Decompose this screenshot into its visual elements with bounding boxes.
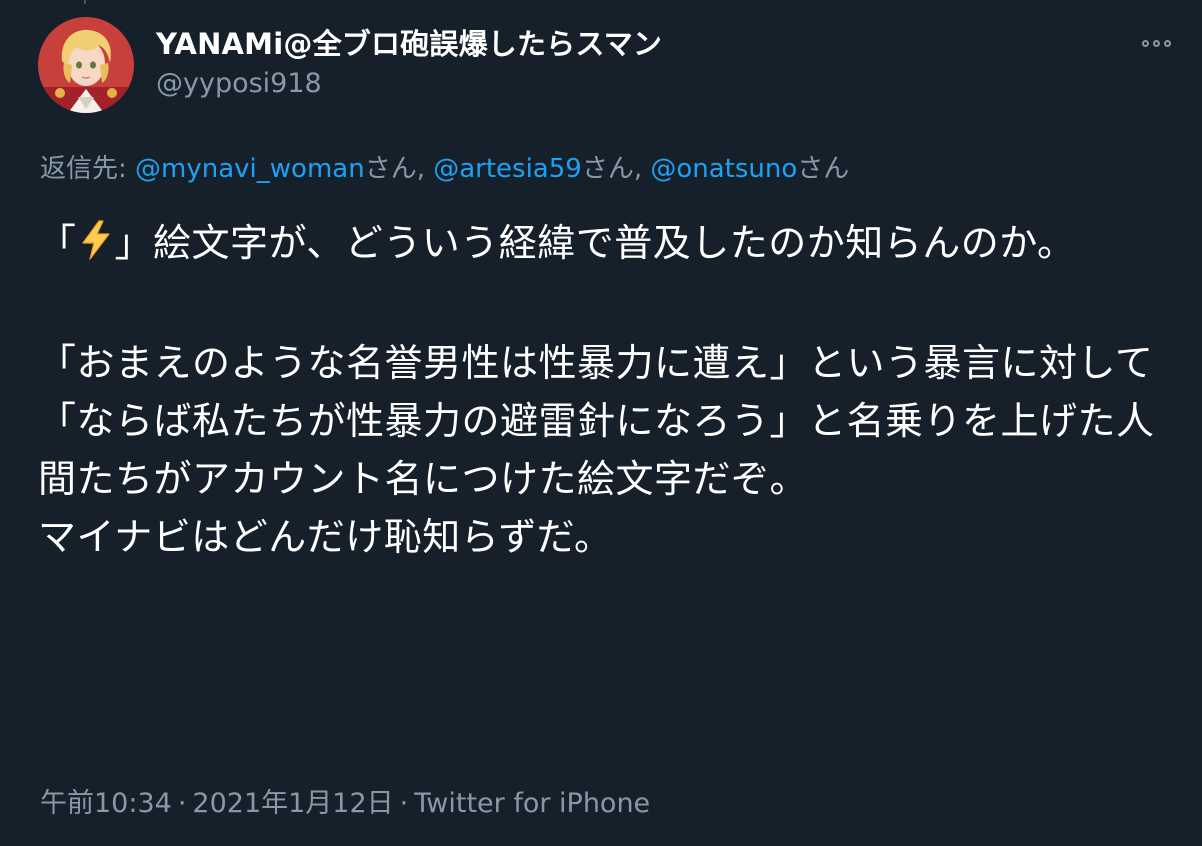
- author-handle[interactable]: @yyposi918: [156, 66, 322, 102]
- mention-suffix: さん: [797, 154, 850, 184]
- thread-connector-line: [84, 0, 86, 4]
- more-options-button[interactable]: [1132, 28, 1180, 58]
- mention-link[interactable]: @onatsuno: [650, 154, 797, 184]
- tweet-body-text: 」絵文字が、どういう経緯で普及したのか知らんのか。 「おまえのような名誉男性は性…: [38, 221, 1155, 559]
- mention-suffix: さん,: [581, 154, 643, 184]
- lightning-bolt-icon: [79, 218, 113, 276]
- tweet-date[interactable]: 2021年1月12日: [192, 788, 393, 819]
- author-display-name[interactable]: YANAMi@全ブロ砲誤爆したらスマン: [156, 24, 662, 64]
- mention-link[interactable]: @mynavi_woman: [135, 154, 365, 184]
- more-options-icon-dot: [1152, 39, 1160, 47]
- meta-separator: ·: [177, 788, 187, 819]
- avatar[interactable]: [38, 17, 134, 113]
- avatar-illustration-icon: [38, 17, 134, 113]
- more-options-icon-dot: [1163, 39, 1171, 47]
- tweet-text: 「」絵文字が、どういう経緯で普及したのか知らんのか。 「おまえのような名誉男性は…: [38, 214, 1168, 566]
- reply-to-line: 返信先: @mynavi_womanさん, @artesia59さん, @ona…: [40, 150, 849, 188]
- tweet-source[interactable]: Twitter for iPhone: [414, 788, 650, 819]
- meta-separator: ·: [399, 788, 409, 819]
- mention-link[interactable]: @artesia59: [433, 154, 582, 184]
- reply-to-prefix: 返信先:: [40, 154, 127, 184]
- tweet-meta: 午前10:34 · 2021年1月12日 · Twitter for iPhone: [40, 784, 650, 824]
- more-options-icon: [1141, 39, 1149, 47]
- mention-suffix: さん,: [364, 154, 425, 184]
- tweet-open-quote: 「: [38, 221, 77, 265]
- tweet-time[interactable]: 午前10:34: [40, 788, 172, 819]
